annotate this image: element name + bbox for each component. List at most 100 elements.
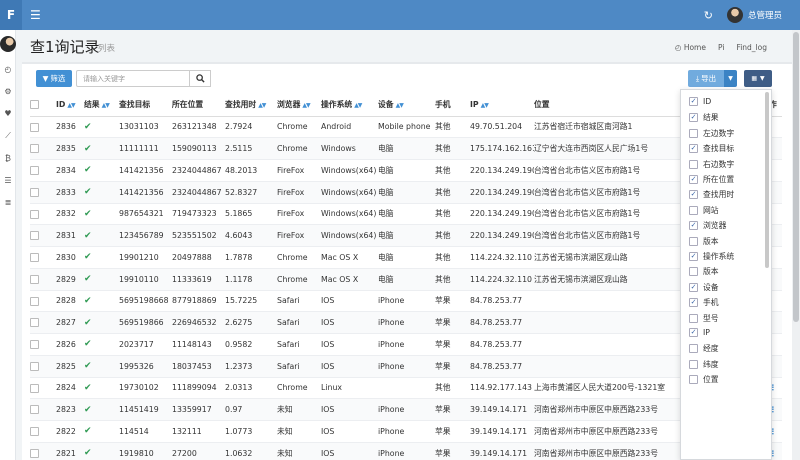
col-header-id[interactable]: ID ▲▼ xyxy=(56,93,84,117)
filter-button[interactable]: ▼ 筛选 xyxy=(36,70,72,87)
column-toggle-item[interactable]: 左边数字 xyxy=(689,128,734,139)
column-toggle-item[interactable]: 右边数字 xyxy=(689,159,734,170)
column-toggle-item[interactable]: ✓ 浏览器 xyxy=(689,220,726,231)
user-avatar[interactable] xyxy=(726,7,743,23)
column-toggle-item[interactable]: ✓ 操作系统 xyxy=(689,251,734,262)
checkbox-unchecked-icon[interactable] xyxy=(689,359,698,369)
settings-icon[interactable]: ⚙ xyxy=(0,87,16,96)
checkbox-unchecked-icon[interactable] xyxy=(689,313,698,323)
checkbox-unchecked-icon[interactable] xyxy=(689,236,698,246)
checkbox-unchecked-icon[interactable] xyxy=(689,159,698,169)
row-checkbox[interactable] xyxy=(30,122,39,132)
row-checkbox[interactable] xyxy=(30,383,39,393)
table-row[interactable]: 2830 ✔ 19901210 20497888 1.7878 Chrome Mac OS … xyxy=(30,246,782,269)
database-icon[interactable]: ≣ xyxy=(0,198,16,207)
bitcoin-icon[interactable]: ₿ xyxy=(0,154,16,163)
table-row[interactable]: 2824 ✔ 19730102 111899094 2.0313 Chrome Linux 其… xyxy=(30,377,782,400)
checkbox-checked-icon[interactable]: ✓ xyxy=(689,252,698,261)
table-row[interactable]: 2825 ✔ 1995326 18037453 1.2373 Safari IOS iPhon… xyxy=(30,355,782,378)
table-row[interactable]: 2821 ✔ 1919810 27200 1.0632 未知 IOS iPhone 苹果 39.1… xyxy=(30,442,782,460)
row-checkbox[interactable] xyxy=(30,318,39,328)
table-row[interactable]: 2834 ✔ 141421356 2324044867 48.2013 FireFox Wi… xyxy=(30,159,782,182)
column-toggle-item[interactable]: ✓ IP xyxy=(689,328,710,337)
refresh-icon[interactable]: ↻ xyxy=(704,9,713,22)
chart-icon[interactable]: ⟋ xyxy=(0,131,16,141)
col-header-result[interactable]: 结果 ▲▼ xyxy=(84,93,119,117)
list-icon[interactable]: ☰ xyxy=(0,176,16,185)
column-toggle-item[interactable]: ✓ 结果 xyxy=(689,112,719,123)
row-checkbox[interactable] xyxy=(30,144,39,154)
table-row[interactable]: 2823 ✔ 11451419 13359917 0.97 未知 IOS iPhone 苹果 39… xyxy=(30,398,782,421)
col-header-target[interactable]: 查找目标 xyxy=(119,93,172,117)
columns-toggle-button[interactable]: ▦ ▼ xyxy=(744,70,772,87)
table-row[interactable]: 2836 ✔ 13031103 263121348 2.7924 Chrome Androi… xyxy=(30,116,782,139)
checkbox-checked-icon[interactable]: ✓ xyxy=(689,144,698,154)
checkbox-checked-icon[interactable]: ✓ xyxy=(689,113,698,123)
app-logo[interactable]: F xyxy=(0,0,22,30)
column-toggle-item[interactable]: ✓ 所在位置 xyxy=(689,174,734,185)
row-checkbox[interactable] xyxy=(30,166,39,176)
table-row[interactable]: 2822 ✔ 114514 132111 1.0773 未知 IOS iPhone 苹果 39.1… xyxy=(30,420,782,443)
checkbox-unchecked-icon[interactable] xyxy=(689,267,698,277)
sidebar-avatar[interactable] xyxy=(0,36,16,52)
checkbox-checked-icon[interactable]: ✓ xyxy=(689,298,698,308)
table-row[interactable]: 2835 ✔ 11111111 159090113 2.5115 Chrome Window… xyxy=(30,137,782,160)
column-toggle-item[interactable]: 位置 xyxy=(689,374,719,385)
row-checkbox[interactable] xyxy=(30,187,39,197)
column-toggle-item[interactable]: 网站 xyxy=(689,205,719,216)
row-checkbox[interactable] xyxy=(30,448,39,458)
col-header-position[interactable]: 所在位置 xyxy=(172,93,225,117)
dropdown-scrollbar[interactable] xyxy=(765,92,769,268)
table-row[interactable]: 2831 ✔ 123456789 523551502 4.6043 FireFox Wind… xyxy=(30,224,782,247)
user-name[interactable]: 总管理员 xyxy=(748,9,782,21)
checkbox-checked-icon[interactable]: ✓ xyxy=(689,190,698,200)
checkbox-checked-icon[interactable]: ✓ xyxy=(689,282,698,292)
row-checkbox[interactable] xyxy=(30,274,39,284)
checkbox-checked-icon[interactable]: ✓ xyxy=(689,97,698,106)
column-toggle-item[interactable]: ✓ ID xyxy=(689,97,711,106)
column-toggle-item[interactable]: 纬度 xyxy=(689,359,719,370)
page-scrollbar[interactable] xyxy=(792,30,800,460)
row-checkbox[interactable] xyxy=(30,253,39,263)
search-input[interactable] xyxy=(76,70,190,87)
hamburger-menu-icon[interactable]: ☰ xyxy=(30,9,41,21)
checkbox-unchecked-icon[interactable] xyxy=(689,205,698,215)
select-all-checkbox[interactable] xyxy=(30,100,39,109)
column-toggle-item[interactable]: ✓ 查找用时 xyxy=(689,189,734,200)
breadcrumb-home[interactable]: ◴ Home xyxy=(675,43,706,52)
row-checkbox[interactable] xyxy=(30,340,39,350)
export-button[interactable]: ⤓ 导出 xyxy=(688,70,724,87)
table-row[interactable]: 2826 ✔ 2023717 11148143 0.9582 Safari IOS iPhon… xyxy=(30,333,782,356)
column-toggle-item[interactable]: ✓ 手机 xyxy=(689,297,719,308)
col-header-os[interactable]: 操作系统 ▲▼ xyxy=(321,93,378,117)
checkbox-checked-icon[interactable]: ✓ xyxy=(689,221,698,231)
col-header-location[interactable]: 位置 xyxy=(534,93,682,117)
column-toggle-item[interactable]: 版本 xyxy=(689,266,719,277)
col-header-device[interactable]: 设备 ▲▼ xyxy=(378,93,435,117)
column-toggle-item[interactable]: ✓ 查找目标 xyxy=(689,143,734,154)
table-row[interactable]: 2828 ✔ 5695198668 877918869 15.7225 Safari IOS… xyxy=(30,290,782,313)
table-row[interactable]: 2827 ✔ 569519866 226946532 2.6275 Safari IOS iP… xyxy=(30,311,782,334)
page-scrollbar-thumb[interactable] xyxy=(793,32,799,322)
checkbox-unchecked-icon[interactable] xyxy=(689,128,698,138)
table-row[interactable]: 2832 ✔ 987654321 719473323 5.1865 FireFox Wind… xyxy=(30,203,782,226)
col-header-time[interactable]: 查找用时 ▲▼ xyxy=(225,93,277,117)
checkbox-unchecked-icon[interactable] xyxy=(689,375,698,385)
column-toggle-item[interactable]: ✓ 设备 xyxy=(689,282,719,293)
col-header-browser[interactable]: 浏览器 ▲▼ xyxy=(277,93,321,117)
heart-icon[interactable]: ♥ xyxy=(0,109,16,118)
checkbox-unchecked-icon[interactable] xyxy=(689,344,698,354)
column-toggle-item[interactable]: 型号 xyxy=(689,313,719,324)
row-checkbox[interactable] xyxy=(30,405,39,415)
row-checkbox[interactable] xyxy=(30,427,39,437)
table-row[interactable]: 2829 ✔ 19910110 11333619 1.1178 Chrome Mac OS … xyxy=(30,268,782,291)
breadcrumb-pi[interactable]: Pi xyxy=(718,43,724,52)
row-checkbox[interactable] xyxy=(30,361,39,371)
checkbox-checked-icon[interactable]: ✓ xyxy=(689,328,698,337)
search-button[interactable] xyxy=(190,70,211,87)
column-toggle-item[interactable]: 版本 xyxy=(689,236,719,247)
column-toggle-item[interactable]: 经度 xyxy=(689,343,719,354)
col-header-phone[interactable]: 手机 xyxy=(435,93,470,117)
col-header-ip[interactable]: IP ▲▼ xyxy=(470,93,534,117)
row-checkbox[interactable] xyxy=(30,231,39,241)
